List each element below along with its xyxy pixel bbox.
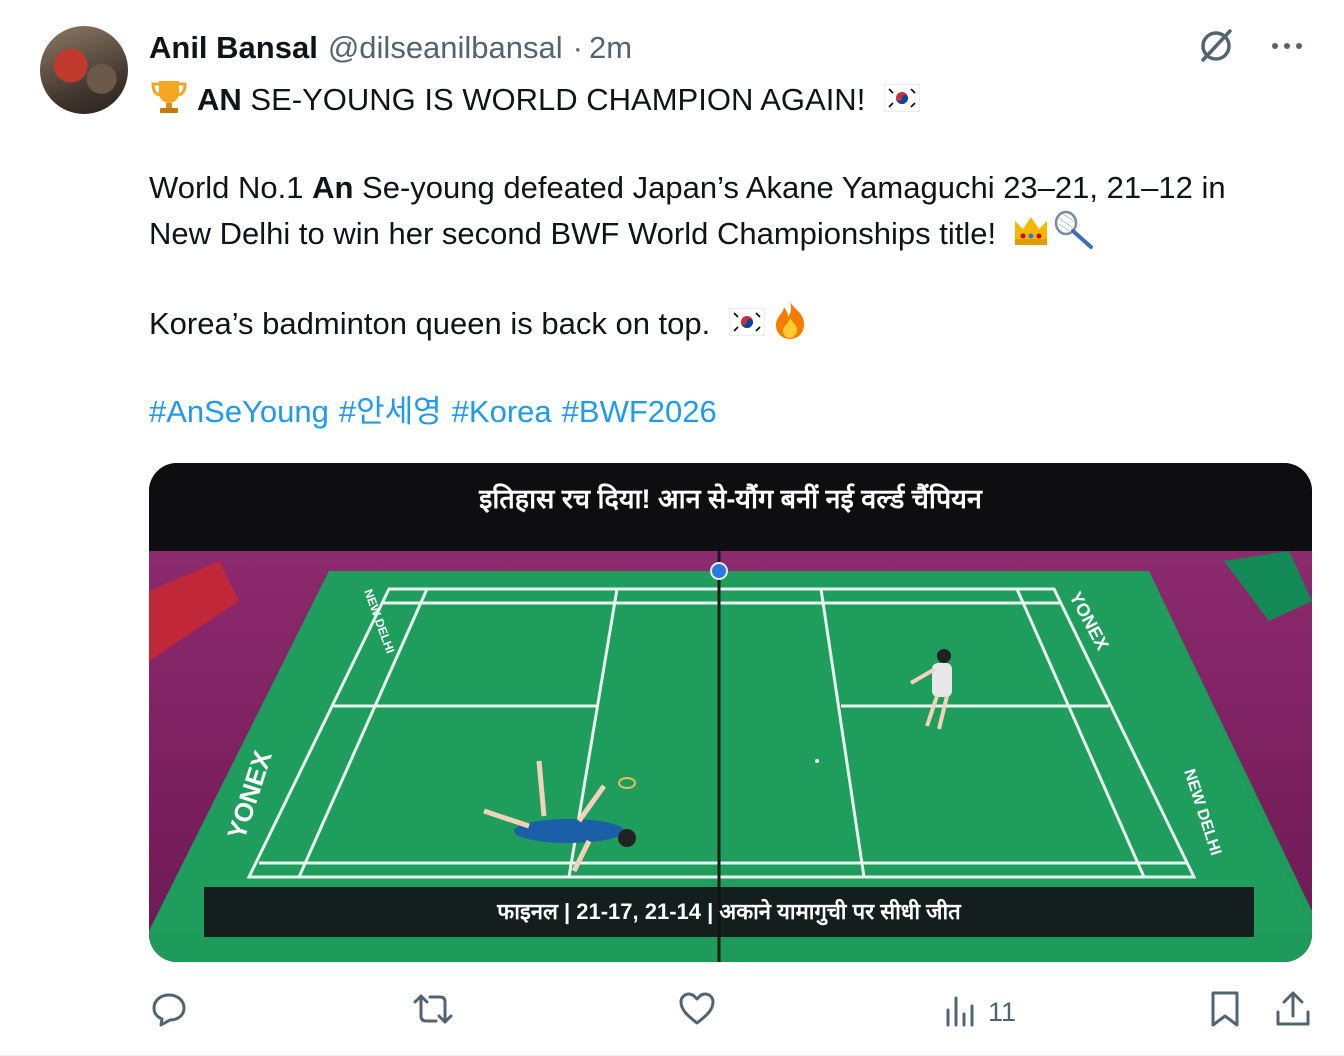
paragraph-1-line-2: New Delhi to win her second BWF World Ch… [149,210,1095,262]
paragraph-2: Korea’s badminton queen is back on top. [149,300,809,352]
hashtag-link[interactable]: #BWF2026 [562,394,717,429]
header-icons [1196,26,1304,66]
crown-icon [1011,213,1051,259]
grok-icon[interactable] [1196,26,1236,66]
views-count: 11 [988,997,1017,1027]
separator: · [572,30,583,65]
media-top-bar: इतिहास रच दिया! आन से-यौंग बनीं नई वर्ल्… [149,463,1312,551]
views-icon [944,990,976,1035]
paragraph-1: World No.1 An Se-young defeated Japan’s … [149,166,1226,210]
korea-flag-icon [883,80,921,124]
hashtags: #AnSeYoung #안세영 #Korea #BWF2026 [149,390,727,434]
media-image[interactable]: इतिहास रच दिया! आन से-यौंग बनीं नई वर्ल्… [149,463,1312,962]
trophy-icon [149,76,189,128]
headline: AN SE-YOUNG IS WORLD CHAMPION AGAIN! [149,76,921,128]
para1-rest: Se-young defeated Japan’s Akane Yamaguch… [353,170,1226,205]
more-icon[interactable] [1270,26,1304,66]
bookmark-icon [1208,990,1242,1035]
like-button[interactable] [678,990,716,1035]
fire-icon [771,300,809,352]
share-button[interactable] [1274,990,1312,1035]
bookmark-button[interactable] [1208,990,1242,1035]
caption-bottom: फाइनल | 21-17, 21-14 | अकाने यामागुची पर… [204,887,1254,937]
share-icon [1274,990,1312,1035]
views-button[interactable]: 11 [944,990,1016,1035]
post-time[interactable]: 2m [589,30,632,66]
reply-button[interactable] [150,990,188,1035]
caption-top: इतिहास रच दिया! आन से-यौंग बनीं नई वर्ल्… [479,484,982,514]
para1-start: World No.1 [149,170,313,205]
headline-text: SE-YOUNG IS WORLD CHAMPION AGAIN! [241,82,866,118]
headline-bold: AN [197,82,242,118]
action-bar: 11 [0,990,1344,1040]
reply-icon [150,990,188,1035]
hashtag-link[interactable]: #AnSeYoung [149,394,329,429]
badminton-icon [1051,210,1095,262]
author-handle[interactable]: @dilseanilbansal [328,30,563,66]
tweet-header: Anil Bansal @dilseanilbansal · 2m [149,28,632,68]
avatar[interactable] [40,26,128,114]
tweet-card[interactable]: Anil Bansal @dilseanilbansal · 2m AN SE-… [0,0,1344,1056]
para1-bold: An [312,170,354,205]
repost-button[interactable] [412,990,454,1035]
like-icon [678,990,716,1035]
hashtag-link[interactable]: #안세영 [339,394,442,429]
author-name[interactable]: Anil Bansal [149,30,318,66]
repost-icon [412,990,454,1035]
hashtag-link[interactable]: #Korea [452,394,552,429]
para2-text: Korea’s badminton queen is back on top. [149,306,711,342]
korea-flag-icon [728,304,766,348]
para1-line2: New Delhi to win her second BWF World Ch… [149,216,997,252]
